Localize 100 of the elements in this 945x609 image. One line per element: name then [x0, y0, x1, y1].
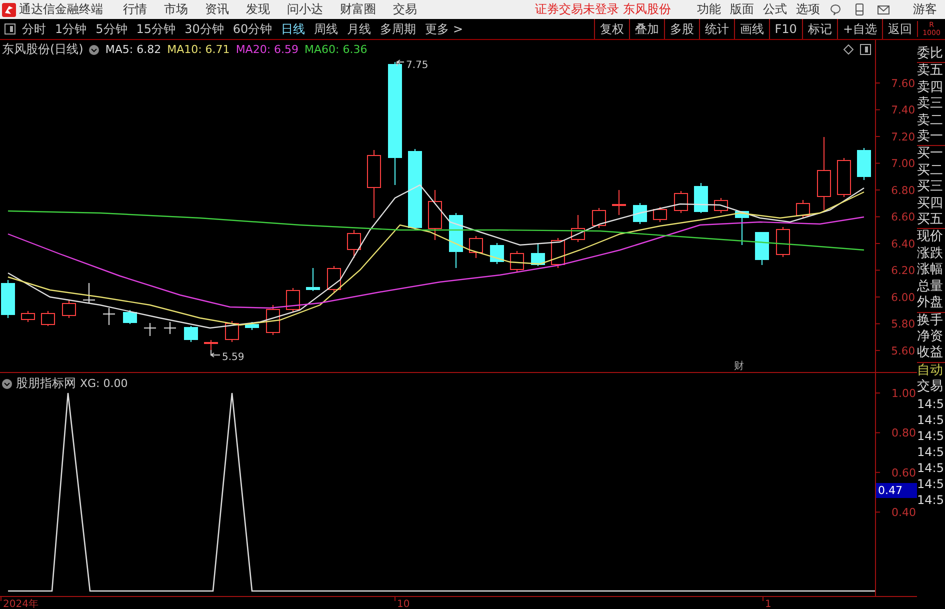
quote-label: 买三 — [917, 179, 944, 196]
candle — [837, 158, 851, 198]
trade-time: 14:5 — [917, 492, 945, 508]
axis-label: 7.60 — [891, 76, 916, 90]
axis-label: 6.40 — [891, 237, 916, 250]
panel-toggle-icon[interactable] — [4, 23, 16, 35]
period-tab[interactable]: 月线 — [347, 20, 372, 38]
period-tab[interactable]: 15分钟 — [136, 20, 176, 38]
candle — [327, 266, 341, 292]
ma-indicator: MA60: 6.36 — [304, 43, 368, 56]
candle — [531, 242, 545, 266]
period-tab[interactable]: 30分钟 — [184, 20, 224, 38]
candle — [367, 150, 381, 218]
axis-label: 7.40 — [891, 104, 916, 117]
period-tab[interactable]: 日线 — [281, 20, 306, 38]
candle — [776, 226, 790, 258]
app-logo-icon — [2, 2, 16, 16]
quote-label: 买一 — [917, 146, 944, 163]
candle — [245, 322, 259, 330]
axis-label: 6.80 — [891, 184, 916, 197]
axis-label: 0.40 — [892, 506, 916, 520]
quote-label: 卖四 — [917, 80, 944, 96]
quote-label: 涨幅 — [917, 262, 944, 279]
candle — [490, 242, 504, 264]
candle — [571, 214, 585, 242]
candle — [82, 282, 96, 304]
quote-label: 买四 — [917, 196, 944, 212]
candle — [62, 300, 76, 318]
indicator-title: 股朋指标网 — [16, 375, 76, 392]
candle — [510, 250, 524, 272]
ma-indicator: MA20: 6.59 — [236, 43, 299, 56]
menu-item[interactable]: 行情 — [123, 1, 147, 18]
candle — [551, 238, 565, 268]
quote-label: 卖二 — [917, 112, 944, 129]
price-label: 7.75 — [406, 60, 428, 71]
leader-line — [210, 350, 220, 358]
menu-item[interactable]: 问小达 — [287, 1, 323, 18]
menu-item[interactable]: 交易 — [393, 1, 417, 18]
quote-label: 现价 — [917, 229, 944, 246]
quote-label: 收益 — [917, 345, 944, 362]
axis-label: 0.80 — [892, 426, 916, 440]
stock-name: 东风股份 — [623, 1, 671, 18]
candle — [674, 190, 688, 214]
period-tab[interactable]: 60分钟 — [232, 20, 272, 38]
menu-item[interactable]: 财富圈 — [340, 1, 376, 18]
menu-item[interactable]: 公式 — [763, 1, 787, 18]
mode-label[interactable]: 自动 — [917, 362, 945, 380]
menu-item[interactable]: 市场 — [164, 1, 188, 18]
candle — [857, 148, 871, 180]
login-status: 证券交易未登录 — [535, 1, 619, 18]
candle — [347, 230, 361, 258]
candle — [204, 340, 218, 350]
trade-time: 14:5 — [917, 476, 945, 492]
user-label[interactable]: 游客 — [913, 1, 937, 18]
event-marker: 财 — [734, 361, 744, 372]
ma-indicator: MA10: 6.71 — [167, 43, 230, 56]
candle — [796, 200, 810, 218]
trade-time: 14:5 — [917, 428, 945, 444]
period-tab[interactable]: 周线 — [314, 20, 338, 38]
current-value: 0.47 — [876, 483, 917, 498]
period-tab[interactable]: 多周期 — [380, 20, 416, 38]
quote-label: 外盘 — [917, 295, 944, 312]
candle — [164, 322, 176, 334]
candle — [225, 320, 239, 342]
leader-line — [396, 60, 404, 66]
axis-label: 1.00 — [892, 387, 916, 400]
candle — [184, 326, 198, 342]
menu-item[interactable]: 资讯 — [205, 1, 229, 18]
panel-toggle-icon[interactable] — [860, 44, 871, 55]
axis-label: 7.00 — [891, 157, 916, 170]
collapse-icon[interactable] — [2, 378, 12, 388]
candle — [755, 232, 769, 266]
axis-label: 6.20 — [891, 264, 916, 278]
quote-label: 涨跌 — [917, 246, 944, 262]
menu-item[interactable]: 选项 — [796, 1, 820, 18]
quote-label: 买五 — [917, 212, 944, 228]
period-tab[interactable]: 1分钟 — [55, 20, 87, 38]
period-tab[interactable]: 更多 > — [425, 20, 463, 38]
chat-icon[interactable] — [829, 3, 842, 16]
menu-item[interactable]: 版面 — [730, 1, 754, 18]
candle — [653, 206, 667, 222]
chart-title: 东风股份(日线) — [2, 41, 84, 58]
menu-item[interactable]: 发现 — [246, 1, 270, 18]
diamond-icon[interactable] — [843, 44, 854, 55]
date-label: 2024年 — [3, 599, 38, 608]
axis-label: 7.20 — [891, 130, 916, 144]
candle — [694, 182, 708, 214]
axis-label: 5.60 — [891, 344, 916, 358]
candle — [41, 310, 55, 326]
period-tab[interactable]: 5分钟 — [96, 20, 128, 38]
menu-item[interactable]: 功能 — [697, 1, 721, 18]
price-label: 5.59 — [222, 352, 244, 363]
trade-time: 14:5 — [917, 444, 945, 460]
candle — [102, 308, 116, 326]
mail-icon[interactable] — [877, 3, 890, 16]
candle — [1, 280, 15, 318]
quote-label: 总量 — [917, 278, 944, 296]
phone-icon[interactable] — [853, 3, 866, 16]
collapse-icon[interactable] — [89, 44, 100, 54]
period-tab[interactable]: 分时 — [22, 20, 46, 38]
